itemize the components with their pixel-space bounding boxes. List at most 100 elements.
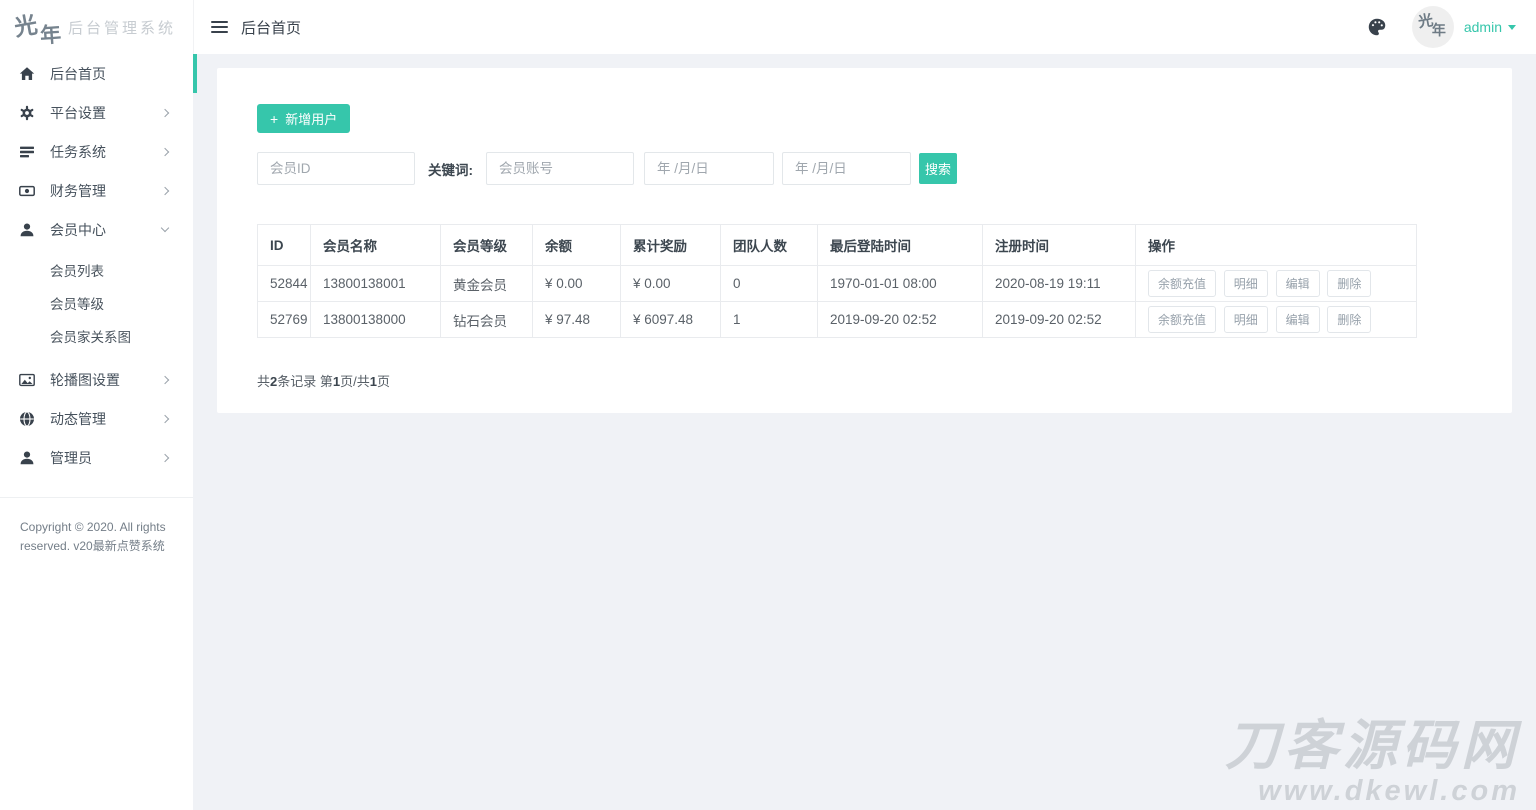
member-center-submenu: 会员列表 会员等级 会员家关系图 xyxy=(0,249,193,360)
end-date-input[interactable] xyxy=(782,152,911,185)
sidebar-item-label: 后台首页 xyxy=(50,64,106,84)
cell-balance: ¥ 97.48 xyxy=(533,302,621,338)
sidebar-item-member-center[interactable]: 会员中心 xyxy=(0,210,193,249)
cell-actions: 余额充值 明细 编辑 删除 xyxy=(1136,266,1417,302)
table-header-row: ID 会员名称 会员等级 余额 累计奖励 团队人数 最后登陆时间 注册时间 操作 xyxy=(258,225,1417,266)
delete-button[interactable]: 删除 xyxy=(1327,270,1371,297)
user-avatar[interactable]: 光 年 xyxy=(1412,6,1454,48)
copyright-line-2: reserved. v20最新点赞系统 xyxy=(20,537,181,556)
sidebar-item-administrator[interactable]: 管理员 xyxy=(0,438,193,477)
sidebar-item-finance[interactable]: 财务管理 xyxy=(0,171,193,210)
logo-glyph-1: 光 xyxy=(11,5,40,42)
sidebar-item-label: 会员中心 xyxy=(50,220,106,240)
col-register-time: 注册时间 xyxy=(983,225,1136,266)
add-user-label: 新增用户 xyxy=(285,109,337,128)
detail-button[interactable]: 明细 xyxy=(1224,306,1268,333)
brand-title: 后台管理系统 xyxy=(68,17,176,38)
cell-team-size: 0 xyxy=(721,266,818,302)
chevron-right-icon xyxy=(161,108,169,116)
tasks-icon xyxy=(19,144,35,160)
detail-button[interactable]: 明细 xyxy=(1224,270,1268,297)
sidebar-item-dashboard[interactable]: 后台首页 xyxy=(0,54,193,93)
cell-reward: ¥ 6097.48 xyxy=(621,302,721,338)
cell-register-time: 2020-08-19 19:11 xyxy=(983,266,1136,302)
cell-id: 52844 xyxy=(258,266,311,302)
col-actions: 操作 xyxy=(1136,225,1417,266)
edit-button[interactable]: 编辑 xyxy=(1276,270,1320,297)
cell-member-name: 13800138000 xyxy=(311,302,441,338)
sidebar-item-label: 任务系统 xyxy=(50,142,106,162)
recharge-button[interactable]: 余额充值 xyxy=(1148,270,1216,297)
pagination-text: 页/共 xyxy=(340,374,370,389)
add-user-button[interactable]: + 新增用户 xyxy=(257,104,350,133)
col-balance: 余额 xyxy=(533,225,621,266)
chevron-right-icon xyxy=(161,186,169,194)
main-content: + 新增用户 关键词: 搜索 ID 会员名称 会员等级 余额 累计奖 xyxy=(193,54,1536,810)
sidebar-item-label: 动态管理 xyxy=(50,409,106,429)
col-last-login: 最后登陆时间 xyxy=(818,225,983,266)
sidebar-subitem-member-list[interactable]: 会员列表 xyxy=(0,255,193,288)
plus-icon: + xyxy=(270,111,278,127)
sidebar-item-label: 轮播图设置 xyxy=(50,370,120,390)
sidebar: 光 年 后台管理系统 后台首页 xyxy=(0,0,193,810)
money-icon xyxy=(19,183,35,199)
cell-id: 52769 xyxy=(258,302,311,338)
col-member-level: 会员等级 xyxy=(441,225,533,266)
chevron-right-icon xyxy=(161,147,169,155)
member-account-input[interactable] xyxy=(486,152,634,185)
sidebar-item-carousel[interactable]: 轮播图设置 xyxy=(0,360,193,399)
search-button[interactable]: 搜索 xyxy=(919,153,957,184)
chevron-right-icon xyxy=(161,414,169,422)
sidebar-menu: 后台首页 平台设置 xyxy=(0,54,193,477)
cell-last-login: 1970-01-01 08:00 xyxy=(818,266,983,302)
carousel-icon xyxy=(19,372,35,388)
sidebar-subitem-member-relation[interactable]: 会员家关系图 xyxy=(0,321,193,354)
recharge-button[interactable]: 余额充值 xyxy=(1148,306,1216,333)
member-id-input[interactable] xyxy=(257,152,415,185)
cell-register-time: 2019-09-20 02:52 xyxy=(983,302,1136,338)
cell-member-level: 钻石会员 xyxy=(441,302,533,338)
member-list-card: + 新增用户 关键词: 搜索 ID 会员名称 会员等级 余额 累计奖 xyxy=(217,68,1512,413)
sidebar-subitem-member-level[interactable]: 会员等级 xyxy=(0,288,193,321)
sidebar-item-label: 财务管理 xyxy=(50,181,106,201)
delete-button[interactable]: 删除 xyxy=(1327,306,1371,333)
cell-member-name: 13800138001 xyxy=(311,266,441,302)
brand-logo-icon: 光 年 xyxy=(12,5,68,49)
keyword-label: 关键词: xyxy=(428,159,473,179)
caret-down-icon xyxy=(1508,25,1516,30)
cell-reward: ¥ 0.00 xyxy=(621,266,721,302)
home-icon xyxy=(19,66,35,82)
pagination-summary: 共2条记录 第1页/共1页 xyxy=(257,371,1472,390)
gear-icon xyxy=(19,105,35,121)
chevron-right-icon xyxy=(161,453,169,461)
col-reward: 累计奖励 xyxy=(621,225,721,266)
chevron-right-icon xyxy=(161,375,169,383)
globe-icon xyxy=(19,411,35,427)
avatar-glyph-2: 年 xyxy=(1432,20,1446,40)
chevron-down-icon xyxy=(161,224,169,232)
col-id: ID xyxy=(258,225,311,266)
user-dropdown[interactable]: admin xyxy=(1464,19,1516,35)
members-table: ID 会员名称 会员等级 余额 累计奖励 团队人数 最后登陆时间 注册时间 操作… xyxy=(257,224,1417,338)
menu-toggle-icon[interactable] xyxy=(211,18,228,36)
sidebar-footer: Copyright © 2020. All rights reserved. v… xyxy=(0,497,193,556)
table-row: 52844 13800138001 黄金会员 ¥ 0.00 ¥ 0.00 0 1… xyxy=(258,266,1417,302)
topbar-right: 光 年 admin xyxy=(1366,6,1536,48)
edit-button[interactable]: 编辑 xyxy=(1276,306,1320,333)
sidebar-item-task-system[interactable]: 任务系统 xyxy=(0,132,193,171)
pagination-text: 条记录 第 xyxy=(277,374,333,389)
member-icon xyxy=(19,222,35,238)
admin-icon xyxy=(19,450,35,466)
topbar: 后台首页 光 年 admin xyxy=(193,0,1536,54)
brand-logo[interactable]: 光 年 后台管理系统 xyxy=(0,0,193,54)
sidebar-item-label: 平台设置 xyxy=(50,103,106,123)
sidebar-item-platform-settings[interactable]: 平台设置 xyxy=(0,93,193,132)
sidebar-item-label: 管理员 xyxy=(50,448,92,468)
cell-balance: ¥ 0.00 xyxy=(533,266,621,302)
pagination-text: 页 xyxy=(377,374,390,389)
cell-team-size: 1 xyxy=(721,302,818,338)
table-row: 52769 13800138000 钻石会员 ¥ 97.48 ¥ 6097.48… xyxy=(258,302,1417,338)
start-date-input[interactable] xyxy=(644,152,774,185)
sidebar-item-dynamic[interactable]: 动态管理 xyxy=(0,399,193,438)
theme-palette-icon[interactable] xyxy=(1366,16,1388,38)
